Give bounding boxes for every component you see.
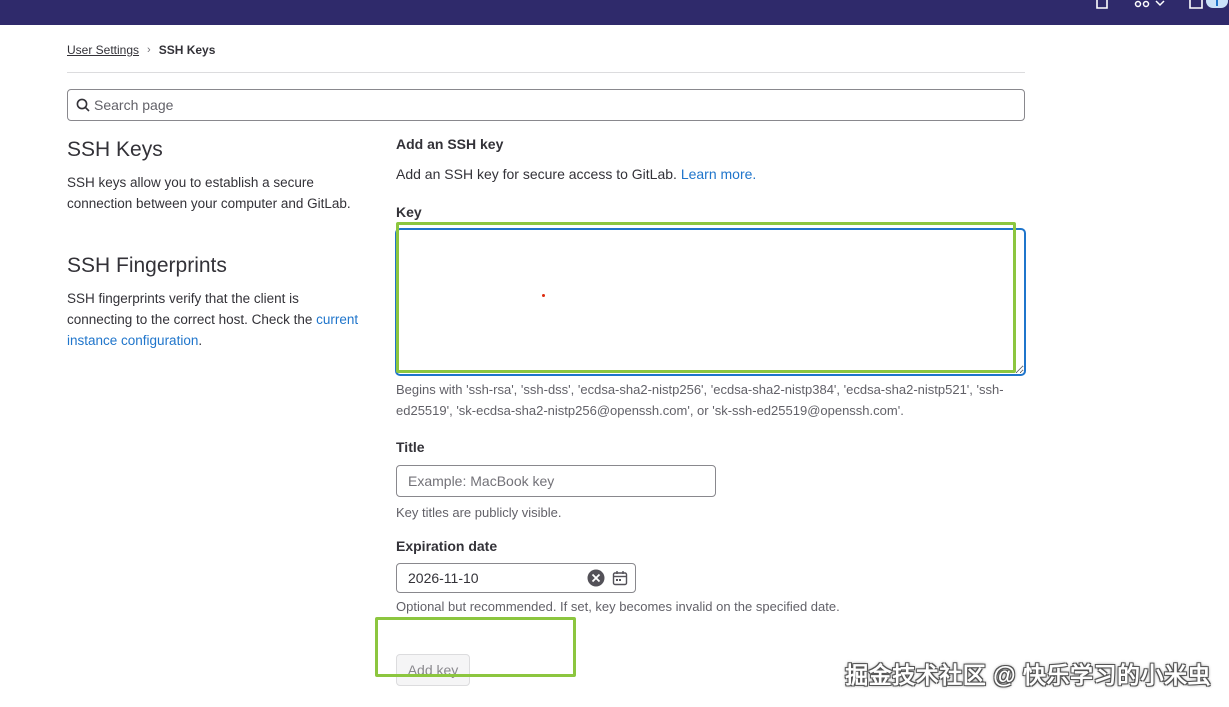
- issues-icon[interactable]: [1095, 0, 1109, 10]
- chevron-right-icon: ›: [147, 44, 151, 56]
- expiration-help-text: Optional but recommended. If set, key be…: [396, 599, 840, 614]
- todo-icon[interactable]: [1188, 0, 1229, 10]
- calendar-icon[interactable]: [612, 570, 628, 586]
- search-input[interactable]: [94, 97, 1024, 113]
- breadcrumb: User Settings › SSH Keys: [67, 43, 215, 57]
- add-key-form: Add an SSH key Add an SSH key for secure…: [396, 136, 1026, 220]
- ssh-keys-description: SSH keys allow you to establish a secure…: [67, 175, 351, 211]
- ssh-keys-title: SSH Keys: [67, 138, 163, 161]
- search-icon: [76, 98, 90, 112]
- breadcrumb-current: SSH Keys: [158, 43, 216, 57]
- highlight-box-button: [375, 617, 576, 677]
- search-box[interactable]: [67, 89, 1025, 121]
- fingerprints-text: SSH fingerprints verify that the client …: [67, 291, 313, 327]
- ssh-fingerprints-description: SSH fingerprints verify that the client …: [67, 288, 367, 351]
- settings-sidebar: SSH Keys SSH keys allow you to establish…: [67, 138, 367, 351]
- expiration-date-value: 2026-11-10: [408, 570, 479, 586]
- merge-request-icon[interactable]: [1134, 0, 1166, 10]
- cursor-dot: [542, 294, 545, 297]
- top-navbar: [0, 0, 1229, 25]
- clear-date-icon[interactable]: [587, 569, 605, 587]
- intro-text: Add an SSH key for secure access to GitL…: [396, 166, 677, 182]
- highlight-box-key: [396, 222, 1016, 373]
- fingerprints-suffix: .: [198, 333, 203, 348]
- divider: [67, 72, 1025, 73]
- form-heading: Add an SSH key: [396, 136, 504, 152]
- learn-more-link[interactable]: Learn more.: [681, 166, 756, 182]
- key-label: Key: [396, 204, 422, 220]
- ssh-fingerprints-title: SSH Fingerprints: [67, 254, 227, 277]
- form-intro: Add an SSH key for secure access to GitL…: [396, 166, 1026, 182]
- watermark: 掘金技术社区 @ 快乐学习的小米虫: [845, 662, 1211, 688]
- expiration-label: Expiration date: [396, 538, 498, 554]
- breadcrumb-user-settings-link[interactable]: User Settings: [67, 43, 139, 57]
- title-input[interactable]: [396, 465, 716, 497]
- title-label: Title: [396, 439, 425, 455]
- key-help-text: Begins with 'ssh-rsa', 'ssh-dss', 'ecdsa…: [396, 382, 1004, 418]
- title-help-text: Key titles are publicly visible.: [396, 505, 562, 520]
